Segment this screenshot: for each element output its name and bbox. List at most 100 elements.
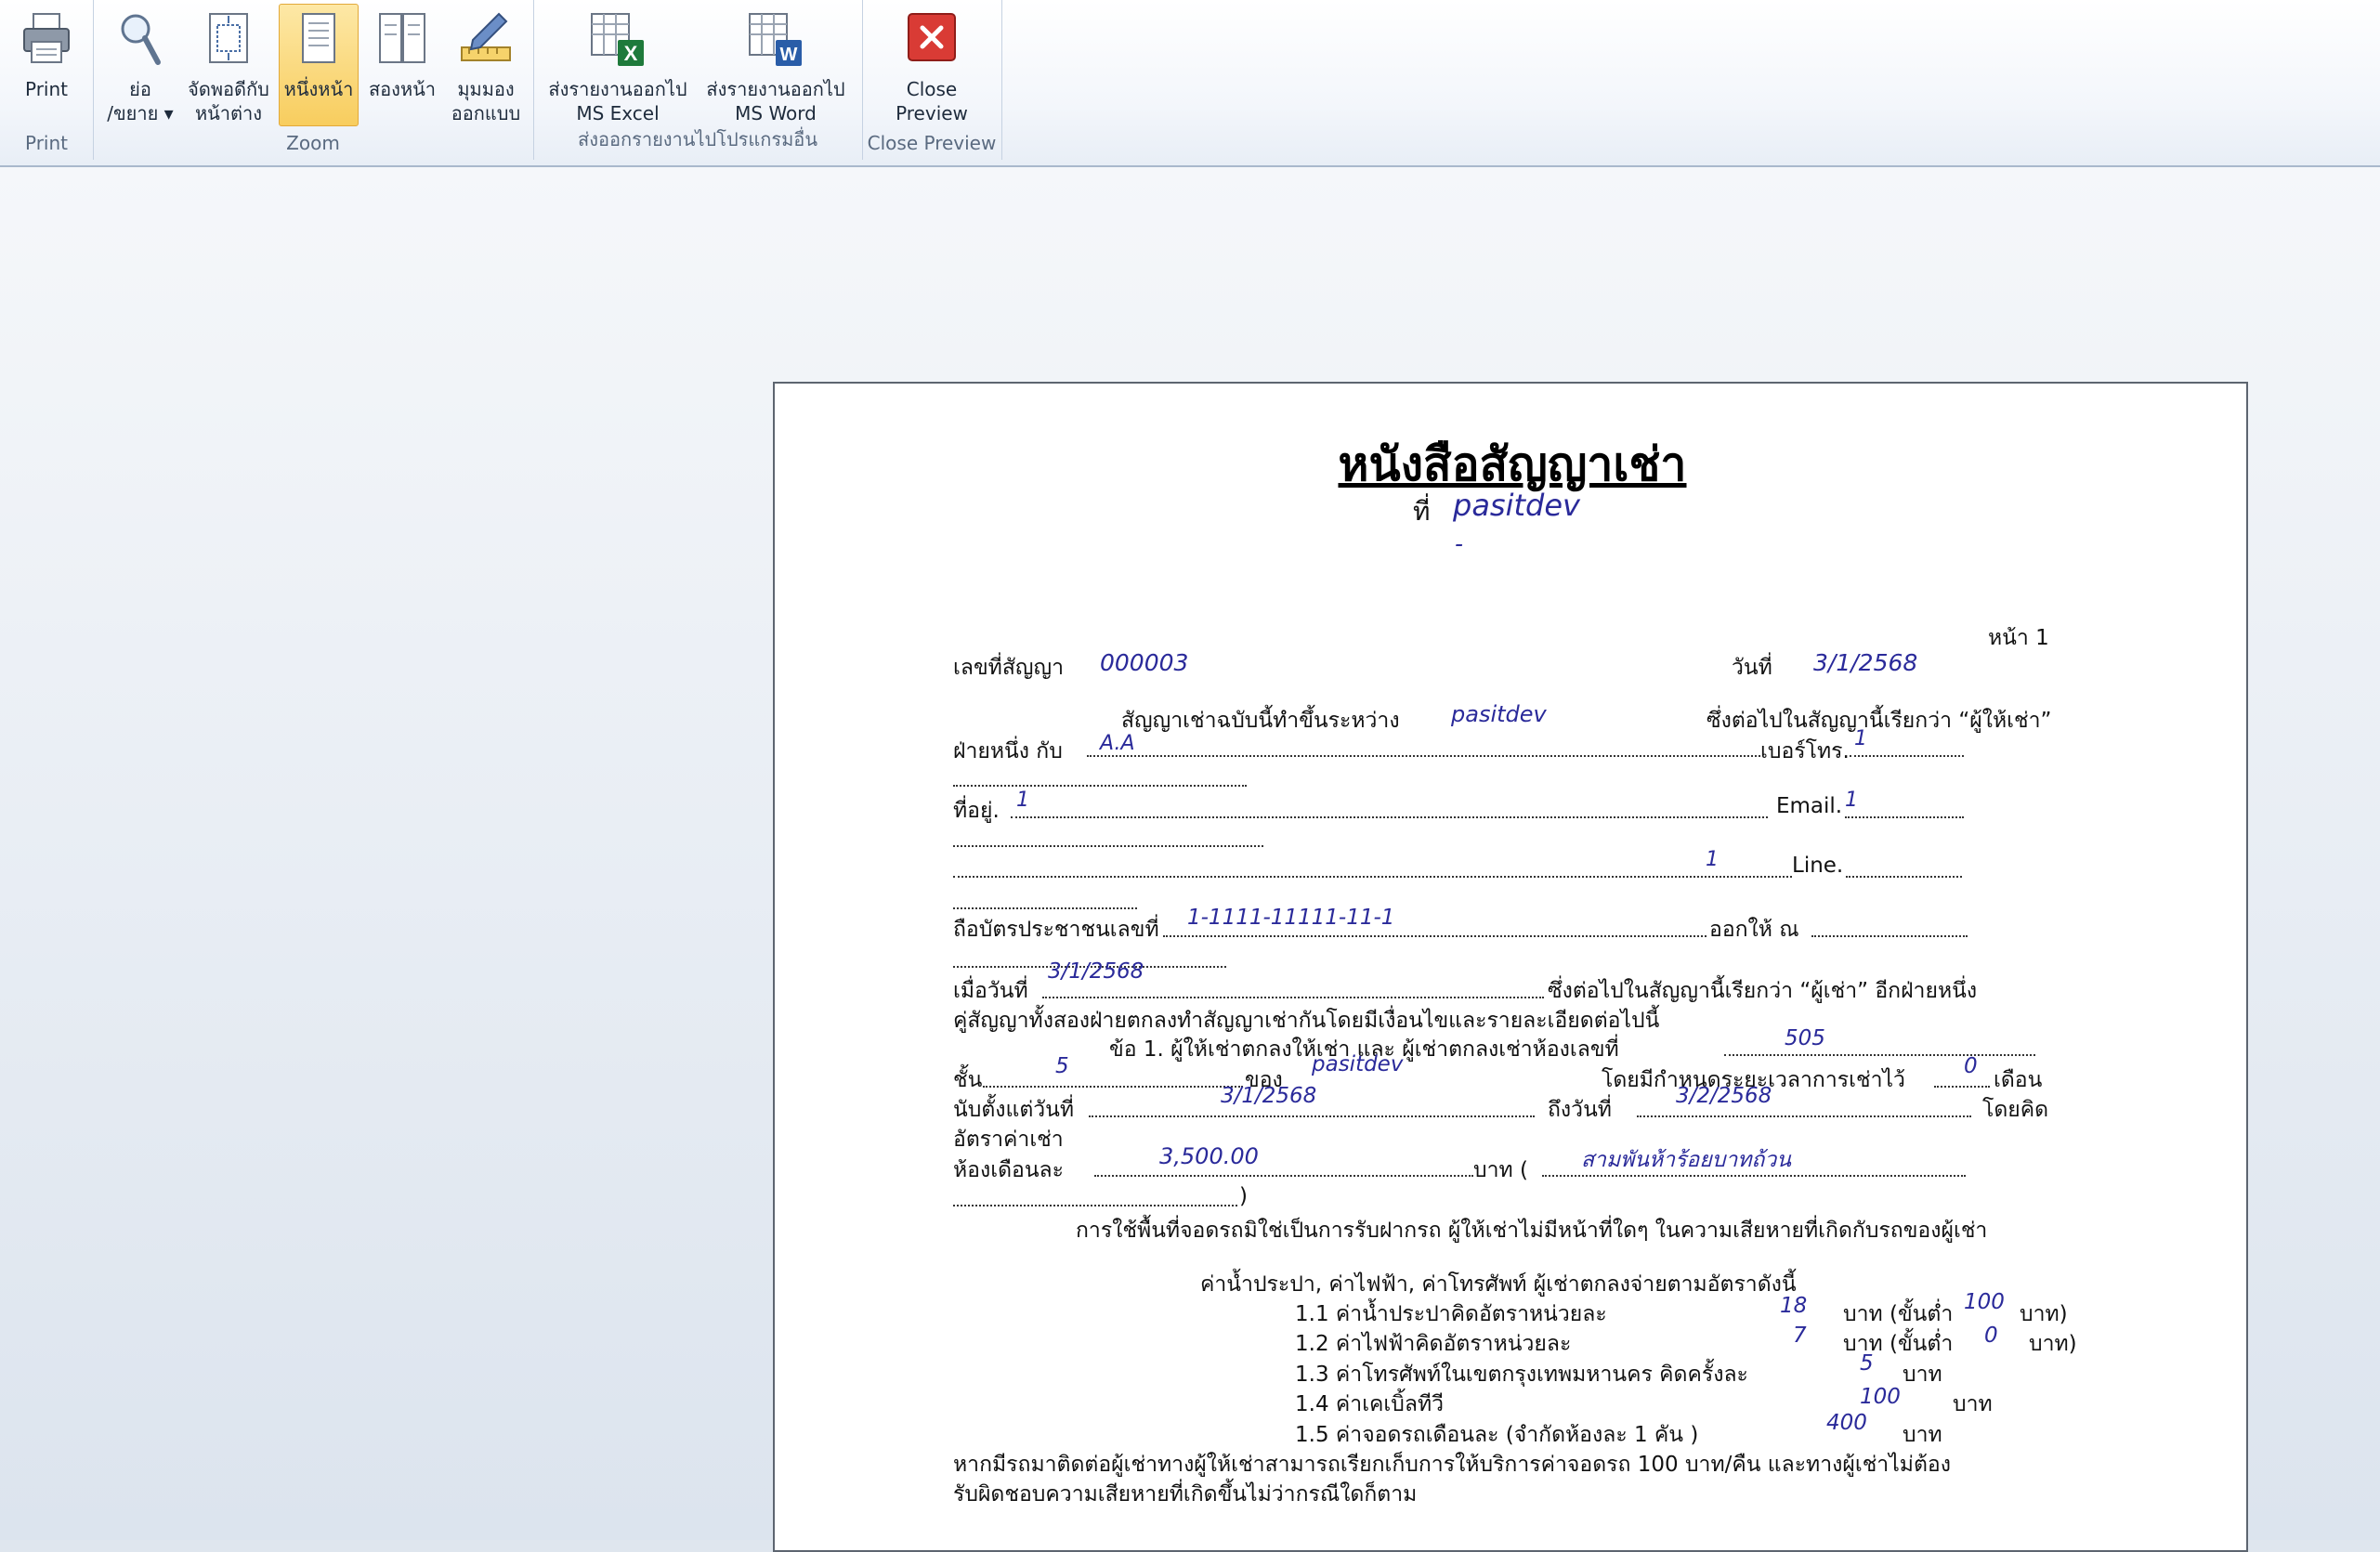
footer-line-2: รับผิดชอบความเสียหายที่เกิดขึ้นไม่ว่ากรณ… [953,1482,1418,1506]
line-continuation-2 [953,845,1263,847]
export-word-button[interactable]: W ส่งรายงานออกไป MS Word [699,4,853,126]
fit-window-button[interactable]: จัดพอดีกับ หน้าต่าง [182,4,275,126]
parking-note: การใช้พื้นที่จอดรถมิใช่เป็นการรับฝากรถ ผ… [1076,1219,1988,1243]
item-unit: บาท (ขั้นต่ำ [1843,1302,1954,1326]
ribbon-group-export: X ส่งรายงานออกไป MS Excel W ส่งรายงานออก… [533,0,863,160]
footer-line-1: หากมีรถมาติดต่อผู้เช่าทางผู้ให้เช่าสามาร… [953,1453,1951,1477]
line-continuation-3 [953,907,1137,909]
address-value: 1 [1016,789,1029,812]
export-word-label: ส่งรายงานออกไป MS Word [706,78,845,124]
item-value: 5 [1860,1351,1874,1376]
item-label: 1.5 ค่าจอดรถเดือนละ (จำกัดห้องละ 1 คัน ) [1295,1423,1699,1447]
from-label: นับตั้งแต่วันที่ [953,1098,1075,1122]
utilities-heading: ค่าน้ำประปา, ค่าไฟฟ้า, ค่าโทรศัพท์ ผู้เช… [1200,1272,1797,1297]
party-one-text: ฝ่ายหนึ่ง กับ [953,739,1063,763]
issued-at-label: ออกให้ ณ [1709,918,1799,942]
phone-value: 1 [1854,727,1867,750]
fit-page-icon [209,13,248,63]
building-value: pasitdev [1312,1052,1404,1076]
two-pages-label: สองหน้า [368,78,437,100]
zoom-button[interactable]: ย่อ /ขยาย ▾ [100,4,180,126]
magnifier-icon [121,14,161,65]
made-between-text: สัญญาเช่าฉบับนี้ทำขึ้นระหว่าง [1121,709,1400,733]
floor-label: ชั้น [953,1068,983,1092]
item-min-unit: บาท) [2029,1332,2077,1356]
email-value: 1 [1845,789,1858,812]
export-excel-button[interactable]: X ส่งรายงานออกไป MS Excel [541,4,695,126]
item-label: 1.4 ค่าเคเบิ้ลทีวี [1295,1392,1445,1416]
email-line [1845,816,1964,818]
lessee-name-line [1087,755,1760,757]
ribbon-group-close-preview: Close Preview Close Preview [862,0,1002,160]
single-page-icon [302,13,335,63]
ribbon-group-zoom: ย่อ /ขยาย ▾ จัดพอดีกับ หน้าต่าง หนึ่งหน้… [93,0,534,160]
two-pages-button[interactable]: สองหน้า [362,4,442,126]
room-no-line [1724,1054,2035,1056]
item-min-value: 0 [1984,1324,1998,1348]
line-continuation-1 [953,785,1247,787]
ribbon-group-print: Print Print [0,0,94,160]
lessor-name: pasitdev [1451,701,1547,727]
baht-open: บาท ( [1473,1158,1528,1182]
lessor-called-text: ซึ่งต่อไปในสัญญานี้เรียกว่า “ผู้ให้เช่า” [1707,709,2052,733]
id-card-value: 1-1111-11111-11-1 [1187,906,1395,930]
id-card-label: ถือบัตรประชาชนเลขที่ [953,918,1159,942]
ribbon-toolbar: Print Print ย่อ /ขยาย ▾ จัดพอดีกับ หน้าต… [0,0,2380,167]
months-value: 0 [1964,1054,1978,1078]
item-value: 7 [1793,1324,1807,1348]
design-view-button[interactable]: มุมมอง ออกแบบ [444,4,528,126]
id-card-line [1163,935,1707,937]
at-label: ที่ [1413,496,1431,527]
close-preview-label: Close Preview [896,78,968,124]
rate-label: อัตราค่าเช่า [953,1128,1064,1152]
to-date-line [1637,1115,1971,1117]
ruler-pencil-icon [461,12,511,61]
line-label: Line. [1792,854,1844,878]
export-excel-label: ส่งรายงานออกไป MS Excel [548,78,687,124]
email-label: Email. [1776,794,1843,818]
group-label-print: Print [24,132,68,154]
address-line-2 [953,876,1792,878]
phone-line [1850,755,1964,757]
close-paren: ) [1239,1184,1248,1208]
page-number: หน้า 1 [1988,626,2049,650]
floor-value: 5 [1055,1054,1069,1078]
date-label: วันที่ [1732,656,1772,680]
item-value: 400 [1826,1411,1867,1435]
item-label: 1.1 ค่าน้ำประปาคิดอัตราหน่วยละ [1295,1302,1607,1326]
one-page-label: หนึ่งหน้า [283,78,354,100]
item-unit: บาท [1903,1363,1942,1387]
line-id-line [1846,876,1962,878]
group-label-export: ส่งออกรายงานไปโปรแกรมอื่น [577,128,817,150]
word-export-icon: W [749,13,802,66]
rent-line [1094,1175,1473,1177]
fit-window-label: จัดพอดีกับ หน้าต่าง [188,78,269,124]
print-button[interactable]: Print [6,4,87,126]
item-min-unit: บาท) [2020,1302,2068,1326]
close-preview-button[interactable]: Close Preview [871,4,992,126]
at-value: pasitdev [1453,488,1580,523]
item-value: 18 [1780,1294,1808,1318]
design-view-label: มุมมอง ออกแบบ [451,78,521,124]
calc-label: โดยคิด [1982,1098,2049,1122]
floor-line [983,1086,1243,1088]
item-min-value: 100 [1964,1290,2005,1314]
excel-export-icon: X [591,13,644,66]
item-label: 1.3 ค่าโทรศัพท์ในเขตกรุงเทพมหานคร คิดครั… [1295,1363,1748,1387]
date-value: 3/1/2568 [1813,649,1918,676]
from-date-value: 3/1/2568 [1221,1084,1317,1108]
address-label: ที่อยู่. [953,799,1000,823]
to-label: ถึงวันที่ [1548,1098,1612,1122]
rent-value: 3,500.00 [1159,1143,1259,1169]
close-icon [908,13,956,61]
item-unit: บาท [1903,1423,1942,1447]
contract-no-label: เลขที่สัญญา [953,656,1064,680]
printer-icon [23,13,70,63]
months-line [1934,1086,1990,1088]
svg-text:W: W [780,45,798,65]
group-label-close-preview: Close Preview [867,132,997,154]
one-page-button[interactable]: หนึ่งหน้า [279,4,359,126]
contract-no-value: 000003 [1100,649,1189,676]
group-label-zoom: Zoom [286,132,340,154]
month-unit: เดือน [1994,1068,2043,1092]
